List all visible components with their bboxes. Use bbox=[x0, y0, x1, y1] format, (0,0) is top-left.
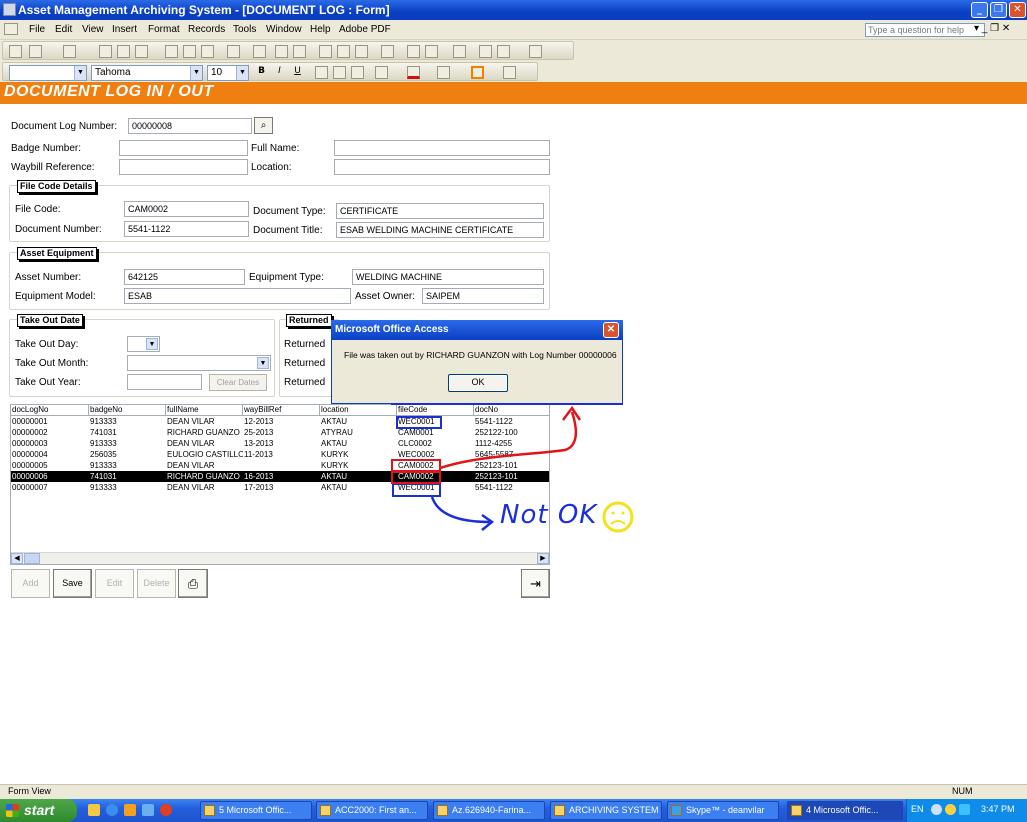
folder-icon bbox=[437, 805, 448, 816]
sad-face-eye-left bbox=[611, 511, 615, 515]
skype-icon bbox=[671, 805, 682, 816]
folder-icon bbox=[554, 805, 565, 816]
task-skype[interactable]: Skype™ - deanvilar bbox=[667, 801, 779, 820]
start-button[interactable]: start bbox=[0, 799, 77, 822]
tray-skype-icon[interactable] bbox=[959, 804, 970, 815]
task-ms-office-5[interactable]: 5 Microsoft Offic... bbox=[200, 801, 312, 820]
start-label: start bbox=[24, 802, 55, 818]
task-ms-office-4[interactable]: 4 Microsoft Offic... bbox=[787, 801, 903, 820]
blue-box-row1 bbox=[396, 416, 442, 429]
access-icon bbox=[204, 805, 215, 816]
sad-face-icon bbox=[602, 501, 634, 533]
sad-face-eye-right bbox=[621, 511, 625, 515]
network-icon[interactable] bbox=[931, 804, 942, 815]
task-archiving-system[interactable]: ARCHIVING SYSTEM bbox=[550, 801, 662, 820]
outlook-icon[interactable] bbox=[124, 804, 136, 816]
not-ok-annotation: Not OK bbox=[500, 500, 598, 530]
access-icon bbox=[791, 805, 802, 816]
blue-arrow bbox=[430, 496, 491, 524]
ie-icon[interactable] bbox=[106, 804, 118, 816]
task-label: 5 Microsoft Offic... bbox=[219, 805, 292, 815]
blue-box-row7 bbox=[392, 483, 441, 497]
blue-underline bbox=[391, 403, 623, 405]
folder-icon[interactable] bbox=[88, 804, 100, 816]
task-az[interactable]: Az.626940-Farina... bbox=[433, 801, 545, 820]
red-arrow bbox=[439, 411, 578, 470]
language-indicator[interactable]: EN bbox=[911, 804, 924, 814]
clock: 3:47 PM bbox=[981, 804, 1015, 814]
task-label: ACC2000: First an... bbox=[335, 805, 417, 815]
status-bar: Form View NUM bbox=[0, 784, 1027, 799]
task-acc2000[interactable]: ACC2000: First an... bbox=[316, 801, 428, 820]
messenger-icon[interactable] bbox=[945, 804, 956, 815]
task-label: Skype™ - deanvilar bbox=[686, 805, 765, 815]
firefox-icon bbox=[320, 805, 331, 816]
task-label: ARCHIVING SYSTEM bbox=[569, 805, 659, 815]
windows-logo-icon bbox=[6, 804, 19, 817]
desktop-icon[interactable] bbox=[142, 804, 154, 816]
quick-launch bbox=[86, 803, 186, 818]
task-label: 4 Microsoft Offic... bbox=[806, 805, 879, 815]
num-lock-indicator: NUM bbox=[952, 786, 973, 796]
firefox-icon[interactable] bbox=[160, 804, 172, 816]
sad-face-mouth bbox=[610, 520, 626, 525]
taskbar: start 5 Microsoft Offic... ACC2000: Firs… bbox=[0, 799, 1027, 822]
system-tray: EN 3:47 PM bbox=[906, 799, 1027, 822]
task-label: Az.626940-Farina... bbox=[452, 805, 532, 815]
annotation-layer bbox=[391, 403, 634, 533]
status-text: Form View bbox=[8, 786, 51, 796]
